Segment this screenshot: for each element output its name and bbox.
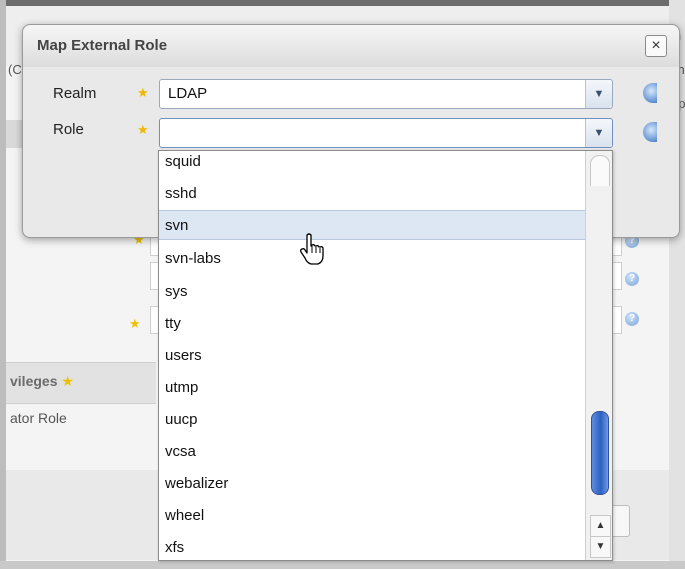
chevron-down-icon[interactable]: ▼: [585, 119, 612, 147]
dropdown-option-vcsa[interactable]: vcsa: [159, 437, 585, 467]
dropdown-option-sshd[interactable]: sshd: [159, 179, 585, 209]
window-top-frame: [0, 0, 685, 6]
help-icon: ?: [625, 272, 639, 286]
dialog-title: Map External Role: [37, 37, 168, 54]
scrollbar-thumb[interactable]: [591, 411, 609, 495]
dialog-header: Map External Role ×: [23, 25, 679, 67]
star-icon: ★: [137, 122, 149, 137]
realm-select[interactable]: LDAP ▼: [159, 79, 613, 109]
dropdown-option-sys[interactable]: sys: [159, 277, 585, 307]
dropdown-option-xfs[interactable]: xfs: [159, 533, 585, 560]
background-text: (C: [8, 62, 22, 77]
close-button[interactable]: ×: [645, 35, 667, 57]
admin-role-label: ator Role: [10, 410, 67, 426]
dropdown-option-uucp[interactable]: uucp: [159, 405, 585, 435]
role-select[interactable]: ▼: [159, 118, 613, 148]
star-icon: ★: [129, 316, 141, 331]
dropdown-option-squid[interactable]: squid: [159, 151, 585, 177]
chevron-down-icon[interactable]: ▼: [585, 80, 612, 108]
dropdown-option-webalizer[interactable]: webalizer: [159, 469, 585, 499]
dropdown-option-users[interactable]: users: [159, 341, 585, 371]
help-icon: ?: [625, 312, 639, 326]
window-bottom-frame: [0, 561, 685, 569]
help-icon[interactable]: [643, 83, 657, 103]
star-icon: ★: [137, 85, 149, 100]
scroll-down-arrow-icon[interactable]: ▼: [590, 536, 611, 558]
dropdown-option-svn-labs[interactable]: svn-labs: [159, 244, 585, 274]
dropdown-option-svn[interactable]: svn: [159, 210, 585, 240]
realm-value: LDAP: [168, 85, 208, 102]
role-label: Role: [53, 121, 84, 138]
scroll-up-arrow-icon[interactable]: ▲: [590, 515, 611, 537]
realm-label: Realm: [53, 85, 97, 102]
scrollbar-track: [590, 155, 610, 186]
dropdown-scrollbar[interactable]: ▲ ▼: [585, 151, 612, 560]
hand-pointer-icon: [300, 233, 324, 265]
dropdown-option-wheel[interactable]: wheel: [159, 501, 585, 531]
role-dropdown-list[interactable]: squid sshd svn svn-labs sys tty users ut…: [158, 150, 613, 561]
dropdown-option-tty[interactable]: tty: [159, 309, 585, 339]
star-icon: ★: [61, 373, 74, 389]
dropdown-option-utmp[interactable]: utmp: [159, 373, 585, 403]
help-icon[interactable]: [643, 122, 657, 142]
privileges-label: vileges ★: [10, 373, 74, 389]
